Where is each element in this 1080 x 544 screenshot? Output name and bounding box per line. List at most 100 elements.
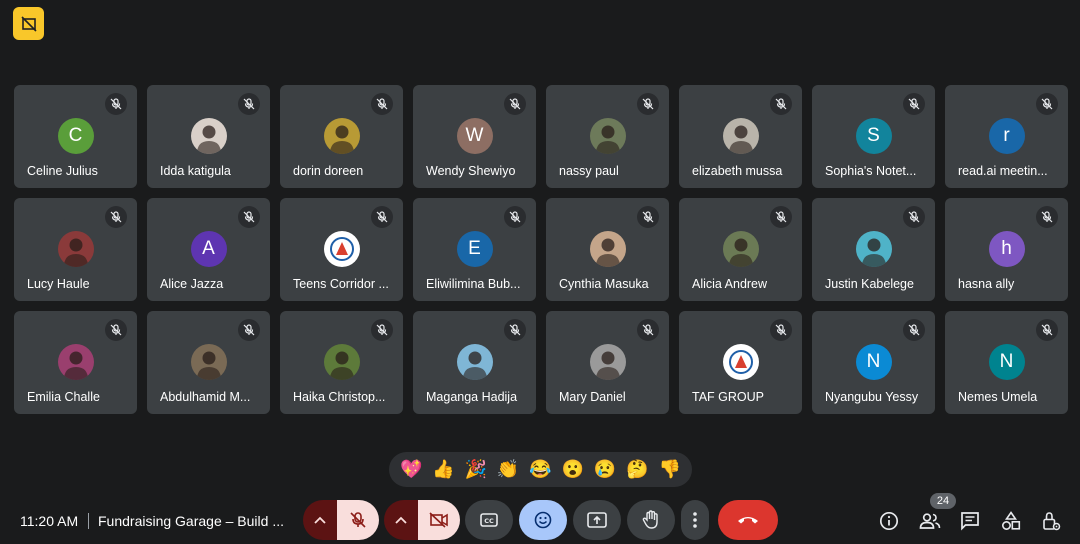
participant-tile[interactable]: dorin doreen xyxy=(280,85,403,188)
participant-name: hasna ally xyxy=(958,277,1015,291)
profile-photo-icon xyxy=(329,351,354,380)
captions-button[interactable]: CC xyxy=(465,500,513,540)
mic-off-icon xyxy=(110,211,122,223)
mic-off-icon xyxy=(350,512,366,528)
profile-photo-icon xyxy=(728,238,753,267)
profile-photo-icon xyxy=(861,238,886,267)
people-button[interactable] xyxy=(917,508,943,534)
avatar-initial: N xyxy=(999,351,1014,372)
mic-off-icon xyxy=(908,324,920,336)
profile-photo-icon xyxy=(196,125,221,154)
participant-tile[interactable]: h hasna ally xyxy=(945,198,1068,301)
participant-tile[interactable]: E Eliwilimina Bub... xyxy=(413,198,536,301)
surprised-reaction[interactable]: 😮 xyxy=(559,456,587,484)
video-options-button[interactable] xyxy=(384,500,418,540)
participant-tile[interactable]: Alicia Andrew xyxy=(679,198,802,301)
participant-tile[interactable]: Justin Kabelege xyxy=(812,198,935,301)
clock: 11:20 AM xyxy=(20,513,79,529)
host-controls-button[interactable] xyxy=(1038,508,1064,534)
camera-control xyxy=(384,500,460,540)
participant-name: elizabeth mussa xyxy=(692,164,783,178)
avatar: C xyxy=(57,118,94,154)
mic-off-icon xyxy=(504,93,526,115)
profile-photo-icon xyxy=(595,125,620,154)
mic-off-icon xyxy=(642,324,654,336)
participant-tile[interactable]: W Wendy Shewiyo xyxy=(413,85,536,188)
mic-off-icon xyxy=(110,324,122,336)
more-options-button[interactable] xyxy=(681,500,709,540)
avatar xyxy=(589,231,626,267)
clapping-reaction[interactable]: 👏 xyxy=(494,456,522,484)
camera-toggle-button[interactable] xyxy=(418,500,460,540)
heart-reaction[interactable]: 💖 xyxy=(397,456,425,484)
mic-off-icon xyxy=(775,324,787,336)
profile-photo-icon xyxy=(595,238,620,267)
avatar xyxy=(722,118,759,154)
participant-name: Lucy Haule xyxy=(27,277,90,291)
participant-tile[interactable]: Emilia Challe xyxy=(14,311,137,414)
present-screen-button[interactable] xyxy=(573,500,621,540)
avatar xyxy=(57,344,94,380)
meeting-details-button[interactable] xyxy=(876,508,902,534)
participant-tile[interactable]: A Alice Jazza xyxy=(147,198,270,301)
participant-tile[interactable]: S Sophia's Notet... xyxy=(812,85,935,188)
mic-off-icon xyxy=(1041,211,1053,223)
people-icon xyxy=(919,513,941,529)
participant-tile[interactable]: Cynthia Masuka xyxy=(546,198,669,301)
mic-off-icon xyxy=(371,319,393,341)
participant-name: Celine Julius xyxy=(27,164,98,178)
thumbs-up-reaction[interactable]: 👍 xyxy=(429,456,457,484)
leave-call-button[interactable] xyxy=(718,500,778,540)
thumbs-down-reaction[interactable]: 👎 xyxy=(656,456,684,484)
profile-photo-icon xyxy=(63,238,88,267)
present-screen-icon xyxy=(587,512,607,528)
participant-tile[interactable]: r read.ai meetin... xyxy=(945,85,1068,188)
profile-photo-icon xyxy=(595,351,620,380)
svg-text:CC: CC xyxy=(484,517,494,525)
participant-tile[interactable]: Teens Corridor ... xyxy=(280,198,403,301)
participant-tile[interactable]: nassy paul xyxy=(546,85,669,188)
no-video-icon[interactable] xyxy=(13,7,44,40)
participant-name: nassy paul xyxy=(559,164,619,178)
participant-tile[interactable]: Mary Daniel xyxy=(546,311,669,414)
participant-count-badge: 24 xyxy=(930,493,956,509)
activities-button[interactable] xyxy=(998,508,1024,534)
audio-options-button[interactable] xyxy=(303,500,337,540)
thinking-reaction[interactable]: 🤔 xyxy=(623,456,651,484)
participant-tile[interactable]: Idda katigula xyxy=(147,85,270,188)
participant-tile[interactable]: C Celine Julius xyxy=(14,85,137,188)
participant-tile[interactable]: Haika Christop... xyxy=(280,311,403,414)
mic-off-icon xyxy=(642,211,654,223)
mic-off-icon xyxy=(637,206,659,228)
send-reaction-button[interactable] xyxy=(519,500,567,540)
mic-off-icon xyxy=(509,211,521,223)
raise-hand-button[interactable] xyxy=(627,500,675,540)
mic-off-icon xyxy=(509,98,521,110)
profile-photo-icon xyxy=(63,351,88,380)
avatar: A xyxy=(190,231,227,267)
mic-off-icon xyxy=(105,206,127,228)
participant-tile[interactable]: Abdulhamid M... xyxy=(147,311,270,414)
participant-tile[interactable]: elizabeth mussa xyxy=(679,85,802,188)
chat-button[interactable] xyxy=(957,508,983,534)
participant-tile[interactable]: TAF GROUP xyxy=(679,311,802,414)
chevron-up-icon xyxy=(314,516,326,524)
participant-tile[interactable]: Maganga Hadija xyxy=(413,311,536,414)
mic-off-icon xyxy=(775,98,787,110)
avatar xyxy=(323,118,360,154)
avatar xyxy=(589,344,626,380)
mic-off-icon xyxy=(504,206,526,228)
participant-tile[interactable]: N Nyangubu Yessy xyxy=(812,311,935,414)
participant-name: Abdulhamid M... xyxy=(160,390,251,404)
mic-off-icon xyxy=(243,324,255,336)
participant-name: dorin doreen xyxy=(293,164,364,178)
laughing-reaction[interactable]: 😂 xyxy=(526,456,554,484)
participant-tile[interactable]: N Nemes Umela xyxy=(945,311,1068,414)
party-popper-reaction[interactable]: 🎉 xyxy=(462,456,490,484)
sad-reaction[interactable]: 😢 xyxy=(591,456,619,484)
mic-toggle-button[interactable] xyxy=(337,500,379,540)
mic-off-icon xyxy=(775,211,787,223)
mic-off-icon xyxy=(110,98,122,110)
mic-off-icon xyxy=(376,98,388,110)
participant-tile[interactable]: Lucy Haule xyxy=(14,198,137,301)
